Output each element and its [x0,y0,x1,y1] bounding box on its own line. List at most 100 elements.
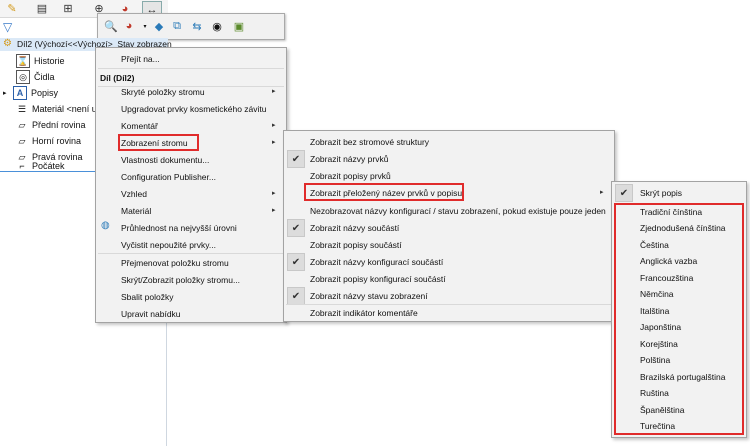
menu-item-language[interactable]: Zjednodušená čínština [640,220,726,237]
zoom-icon[interactable]: 🔍 [104,19,118,33]
menu-item-material[interactable]: Materiál [121,202,151,219]
scene-icon[interactable]: ◆ [152,19,166,33]
submenu-arrow-icon: ▸ [272,88,276,95]
menu-item-label: Komentář [121,120,158,131]
tree-display-submenu: Zobrazit bez stromové struktury ✔ Zobraz… [283,130,615,322]
transparency-icon: ◍ [101,220,110,231]
menu-item-language[interactable]: Turečtina [640,418,675,435]
checkmark-icon: ✔ [287,253,305,271]
menu-item-label: Francouzština [640,272,694,283]
menu-item-hidden-tree-items[interactable]: Skryté položky stromu [121,83,205,100]
section-view-icon[interactable]: ⧉ [170,19,184,33]
feature-tree-tab-icon[interactable]: ✎ [3,1,21,16]
menu-item-label: Upgradovat prvky kosmetického závitu [121,103,267,114]
menu-item-document-properties[interactable]: Vlastnosti dokumentu... [121,151,209,168]
submenu-arrow-icon: ▸ [272,207,276,214]
menu-item-upgrade-thread[interactable]: Upgradovat prvky kosmetického závitu [121,100,267,117]
menu-item-language[interactable]: Italština [640,302,669,319]
menu-item-label: Tradiční čínština [640,206,703,217]
menu-item-purge-unused[interactable]: Vyčistit nepoužité prvky... [121,236,216,253]
menu-item-label: Průhlednost na nejvyšší úrovni [121,222,237,233]
menu-item-language[interactable]: Anglická vazba [640,253,697,270]
menu-item-show-feature-names[interactable]: Zobrazit názvy prvků [310,150,388,167]
checkmark-icon: ✔ [287,287,305,305]
menu-item-top-level-transparency[interactable]: Průhlednost na nejvyšší úrovni [121,219,237,236]
configuration-manager-tab-icon[interactable]: ⊞ [59,1,77,16]
menu-item-show-component-config-descriptions[interactable]: Zobrazit popisy konfigurací součástí [310,270,446,287]
menu-item-flat-tree[interactable]: Zobrazit bez stromové struktury [310,133,429,150]
menu-item-hide-description[interactable]: Skrýt popis [640,184,682,201]
tree-display-highlight [118,134,199,151]
menu-item-label: Zobrazit názvy prvků [310,153,389,164]
plane-icon: ▱ [18,119,26,130]
menu-item-hide-show-tree-items[interactable]: Skrýt/Zobrazit položky stromu... [121,271,240,288]
translated-names-highlight [304,183,464,201]
tree-item-label: Horní rovina [32,136,82,146]
menu-item-show-component-descriptions[interactable]: Zobrazit popisy součástí [310,236,402,253]
menu-item-label: Japonština [640,322,682,332]
menu-item-label: Upravit nabídku [121,308,181,319]
expand-arrow-icon[interactable]: ▸ [3,89,13,97]
camera-icon[interactable]: ▣ [232,19,246,33]
filter-icon[interactable]: ▽ [3,20,12,34]
submenu-arrow-icon: ▸ [272,139,276,146]
menu-item-show-comment-indicator[interactable]: Zobrazit indikátor komentáře [310,304,418,321]
menu-item-label: Ruština [640,388,669,398]
menu-item-language[interactable]: Španělština [640,401,684,418]
menu-item-language[interactable]: Polština [640,352,670,369]
menu-item-label: Vzhled [121,188,147,199]
menu-item-label: Materiál [121,205,152,216]
menu-item-language[interactable]: Tradiční čínština [640,203,702,220]
menu-item-label: Zobrazit názvy stavu zobrazení [310,290,428,301]
menu-item-show-feature-descriptions[interactable]: Zobrazit popisy prvků [310,167,391,184]
menu-item-goto[interactable]: Přejít na... [121,50,160,67]
menu-item-label: Turečtina [640,421,676,431]
appearance-dropdown-icon[interactable]: ▾ [138,19,152,33]
menu-item-show-component-names[interactable]: Zobrazit názvy součástí [310,219,399,236]
menu-item-language[interactable]: Ruština [640,385,669,402]
menu-item-show-display-state-names[interactable]: Zobrazit názvy stavu zobrazení [310,287,428,304]
tree-item-front-plane[interactable]: ▱ Přední rovina [16,117,86,133]
menu-item-collapse-items[interactable]: Sbalit položky [121,288,173,305]
menu-item-language[interactable]: Japonština [640,319,681,336]
menu-item-label: Zjednodušená čínština [640,223,726,233]
menu-item-language[interactable]: Němčina [640,286,674,303]
menu-item-language[interactable]: Čeština [640,236,669,253]
appearance-icon[interactable]: ◕ [122,19,136,33]
menu-item-rename-tree-item[interactable]: Přejmenovat položku stromu [121,254,229,271]
menu-item-language[interactable]: Francouzština [640,269,693,286]
menu-item-label: Zobrazit názvy konfigurací součástí [310,256,444,267]
menu-item-label: Brazilská portugalština [640,371,726,382]
display-state-icon[interactable]: ◉ [210,19,224,33]
property-manager-tab-icon[interactable]: ▤ [33,1,51,16]
menu-item-label: Nezobrazovat názvy konfigurací / stavu z… [310,205,606,216]
material-icon: ☰ [17,103,27,114]
rebuild-icon[interactable]: ⇆ [190,19,204,33]
history-icon: ⌛ [16,54,30,68]
submenu-arrow-icon: ▸ [600,189,604,196]
menu-item-hide-single-config-names[interactable]: Nezobrazovat názvy konfigurací / stavu z… [310,202,606,219]
submenu-arrow-icon: ▸ [272,190,276,197]
menu-item-label: Skrýt popis [640,187,683,198]
menu-item-language[interactable]: Brazilská portugalština [640,368,726,385]
checkmark-icon: ✔ [287,150,305,168]
tree-context-menu: Přejít na... Díl (Díl2) Skryté položky s… [95,47,287,323]
tree-item-sensors[interactable]: ◎ Čidla [16,69,55,85]
menu-item-customize-menu[interactable]: Upravit nabídku [121,305,181,322]
menu-item-appearance[interactable]: Vzhled [121,185,147,202]
menu-item-comment[interactable]: Komentář [121,117,158,134]
part-icon: ⚙ [3,38,12,49]
tree-item-material[interactable]: ☰ Materiál <není ur [16,101,100,117]
menu-item-language[interactable]: Korejština [640,335,678,352]
tree-item-annotations[interactable]: ▸ A Popisy [3,85,58,101]
menu-item-configuration-publisher[interactable]: Configuration Publisher... [121,168,216,185]
tree-item-top-plane[interactable]: ▱ Horní rovina [16,133,82,149]
menu-item-show-component-config-names[interactable]: Zobrazit názvy konfigurací součástí [310,253,443,270]
menu-item-label: Zobrazit popisy konfigurací součástí [310,273,446,284]
menu-item-label: Configuration Publisher... [121,171,216,182]
menu-item-label: Přejmenovat položku stromu [121,257,229,268]
menu-item-label: Vlastnosti dokumentu... [121,154,210,165]
menu-item-label: Skryté položky stromu [121,86,205,97]
tree-item-history[interactable]: ⌛ Historie [16,53,65,69]
menu-header-label: Díl (Díl2) [100,72,135,83]
